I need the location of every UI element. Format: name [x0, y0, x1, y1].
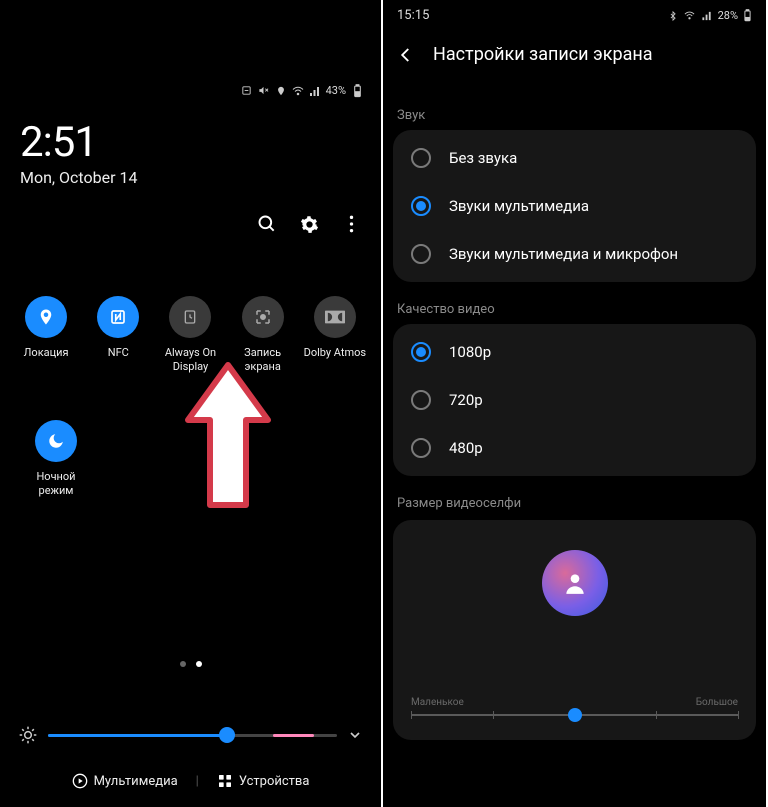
chevron-down-icon[interactable] — [347, 727, 363, 743]
quality-option-1080p[interactable]: 1080p — [393, 328, 756, 376]
radio-icon — [411, 342, 431, 362]
page-dot[interactable] — [180, 661, 186, 667]
quick-tile-row: Ночной режим — [0, 420, 381, 498]
slider-min-label: Маленькое — [411, 697, 464, 708]
sound-option-media-mic[interactable]: Звуки мультимедиа и микрофон — [393, 230, 756, 278]
sound-option-no-sound[interactable]: Без звука — [393, 134, 756, 182]
selfie-preview — [542, 550, 608, 616]
option-label: 480p — [449, 439, 483, 457]
quick-tile-screen-record[interactable]: Запись экрана — [229, 296, 297, 374]
location-status-icon — [275, 85, 287, 97]
brightness-thumb[interactable] — [219, 727, 235, 743]
panel-actions — [257, 214, 361, 234]
status-bar: 15:15 28% — [397, 8, 752, 23]
brightness-track[interactable] — [48, 734, 337, 737]
status-time: 15:15 — [397, 8, 429, 23]
separator: | — [196, 774, 199, 789]
sound-options: Без звука Звуки мультимедиа Звуки мульти… — [393, 130, 756, 282]
battery-icon — [743, 9, 752, 22]
more-icon[interactable] — [341, 214, 361, 234]
sound-option-media[interactable]: Звуки мультимедиа — [393, 182, 756, 230]
wifi-icon — [292, 85, 304, 97]
quick-tile-aod[interactable]: Always On Display — [156, 296, 224, 374]
slider-track[interactable] — [411, 714, 738, 716]
search-icon[interactable] — [257, 214, 277, 234]
media-button[interactable]: Мультимедиа — [72, 773, 178, 789]
battery-pct: 43% — [326, 84, 346, 97]
quick-tile-row: Локация NFC Always On Display Запись экр… — [0, 296, 381, 374]
tile-label: Ночной режим — [22, 470, 90, 498]
back-button[interactable] — [397, 45, 417, 65]
radio-icon — [411, 438, 431, 458]
quick-tile-dolby[interactable]: Dolby Atmos — [301, 296, 369, 374]
devices-button[interactable]: Устройства — [217, 773, 310, 789]
quick-tile-night-mode[interactable]: Ночной режим — [22, 420, 90, 498]
night-mode-icon — [35, 420, 77, 462]
radio-icon — [411, 148, 431, 168]
mute-icon — [258, 85, 270, 97]
quick-settings-panel: 43% 2:51 Mon, October 14 Локация NFC — [0, 0, 383, 807]
do-not-disturb-icon — [241, 85, 253, 97]
slider-thumb[interactable] — [568, 708, 582, 722]
section-label-sound: Звук — [397, 108, 425, 123]
devices-label: Устройства — [239, 774, 310, 789]
radio-icon — [411, 196, 431, 216]
selfie-size-slider[interactable]: Маленькое Большое — [411, 697, 738, 716]
quick-tile-nfc[interactable]: NFC — [84, 296, 152, 374]
page-indicator — [0, 661, 381, 667]
nfc-icon — [97, 296, 139, 338]
option-label: Без звука — [449, 149, 517, 167]
date: Mon, October 14 — [20, 168, 137, 187]
option-label: 1080p — [449, 343, 491, 361]
quality-option-480p[interactable]: 480p — [393, 424, 756, 472]
slider-max-label: Большое — [696, 697, 738, 708]
bluetooth-icon — [668, 10, 678, 22]
brightness-icon — [18, 725, 38, 745]
page-dot[interactable] — [196, 661, 202, 667]
section-label-quality: Качество видео — [397, 302, 495, 317]
quick-tile-location[interactable]: Локация — [12, 296, 80, 374]
radio-icon — [411, 390, 431, 410]
brightness-slider[interactable] — [18, 725, 363, 745]
tile-label: Always On Display — [156, 346, 224, 374]
radio-icon — [411, 244, 431, 264]
location-icon — [25, 296, 67, 338]
tile-label: Запись экрана — [229, 346, 297, 374]
wifi-icon — [683, 10, 696, 21]
option-label: 720p — [449, 391, 483, 409]
gear-icon[interactable] — [299, 214, 319, 234]
battery-pct: 28% — [718, 9, 738, 22]
option-label: Звуки мультимедиа — [449, 197, 589, 215]
tile-label: Dolby Atmos — [304, 346, 367, 360]
screen-record-icon — [242, 296, 284, 338]
dolby-icon — [314, 296, 356, 338]
section-label-selfie: Размер видеоселфи — [397, 496, 521, 511]
tile-label: Локация — [24, 346, 69, 360]
signal-icon — [701, 10, 713, 21]
quality-options: 1080p 720p 480p — [393, 324, 756, 476]
page-header: Настройки записи экрана — [383, 44, 766, 65]
page-title: Настройки записи экрана — [433, 44, 653, 65]
signal-icon — [309, 85, 321, 97]
aod-icon — [169, 296, 211, 338]
quality-option-720p[interactable]: 720p — [393, 376, 756, 424]
option-label: Звуки мультимедиа и микрофон — [449, 245, 678, 263]
selfie-size-card: Маленькое Большое — [393, 520, 756, 740]
clock: 2:51 — [20, 118, 97, 167]
screen-recorder-settings: 15:15 28% Настройки записи экрана Звук — [383, 0, 766, 807]
tile-label: NFC — [108, 346, 129, 360]
panel-footer: Мультимедиа | Устройства — [0, 773, 381, 789]
media-label: Мультимедиа — [94, 774, 178, 789]
battery-icon — [351, 85, 363, 97]
status-bar: 43% — [241, 84, 363, 97]
